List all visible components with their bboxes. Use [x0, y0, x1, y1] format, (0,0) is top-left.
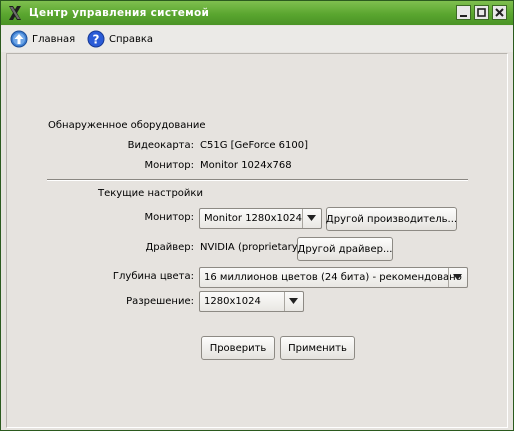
resolution-label: Разрешение: [126, 296, 194, 307]
home-label: Главная [32, 33, 76, 45]
other-vendor-button[interactable]: Другой производитель... [326, 207, 457, 231]
apply-button[interactable]: Применить [280, 336, 355, 360]
chevron-down-icon [448, 268, 467, 287]
apply-button-label: Применить [288, 342, 347, 354]
home-up-arrow-icon [10, 30, 28, 48]
current-heading: Текущие настройки [98, 188, 203, 199]
videocard-label: Видеокарта: [127, 140, 194, 151]
chevron-down-icon [302, 209, 321, 228]
home-button[interactable]: Главная [10, 29, 75, 49]
other-driver-button-label: Другой драйвер... [297, 243, 393, 255]
driver-value: NVIDIA (proprietary) [200, 242, 302, 253]
color-depth-value: 16 миллионов цветов (24 бита) - рекоменд… [204, 272, 462, 283]
monitor-select-value: Monitor 1280x1024 [204, 213, 303, 224]
maximize-button[interactable] [474, 5, 489, 20]
videocard-value: C51G [GeForce 6100] [200, 140, 309, 151]
check-button-label: Проверить [209, 342, 267, 354]
toolbar: Главная ? Справка [1, 26, 513, 52]
section-divider [47, 179, 468, 181]
help-label: Справка [109, 33, 154, 45]
window-title: Центр управления системой [29, 7, 210, 19]
resolution-value: 1280x1024 [204, 296, 261, 307]
minimize-button[interactable] [456, 5, 471, 20]
content-panel [6, 53, 508, 428]
chevron-down-icon [284, 292, 303, 311]
title-bar[interactable]: Центр управления системой [1, 1, 513, 25]
color-depth-select[interactable]: 16 миллионов цветов (24 бита) - рекоменд… [199, 267, 468, 288]
app-window: Центр управления системой Главная ? Спра… [0, 0, 514, 431]
check-button[interactable]: Проверить [201, 336, 275, 360]
resolution-select[interactable]: 1280x1024 [199, 291, 304, 312]
driver-label: Драйвер: [145, 242, 194, 253]
other-vendor-button-label: Другой производитель... [325, 213, 458, 225]
svg-text:?: ? [93, 33, 100, 47]
app-x-icon [7, 5, 23, 21]
monitor-select[interactable]: Monitor 1280x1024 [199, 208, 322, 229]
detected-heading: Обнаруженное оборудование [48, 120, 206, 131]
close-button[interactable] [492, 5, 507, 20]
other-driver-button[interactable]: Другой драйвер... [297, 237, 393, 261]
detected-monitor-label: Монитор: [144, 160, 194, 171]
help-question-icon: ? [87, 30, 105, 48]
help-button[interactable]: ? Справка [87, 29, 153, 49]
detected-monitor-value: Monitor 1024x768 [200, 160, 292, 171]
monitor-label: Монитор: [144, 212, 194, 223]
depth-label: Глубина цвета: [112, 271, 194, 282]
